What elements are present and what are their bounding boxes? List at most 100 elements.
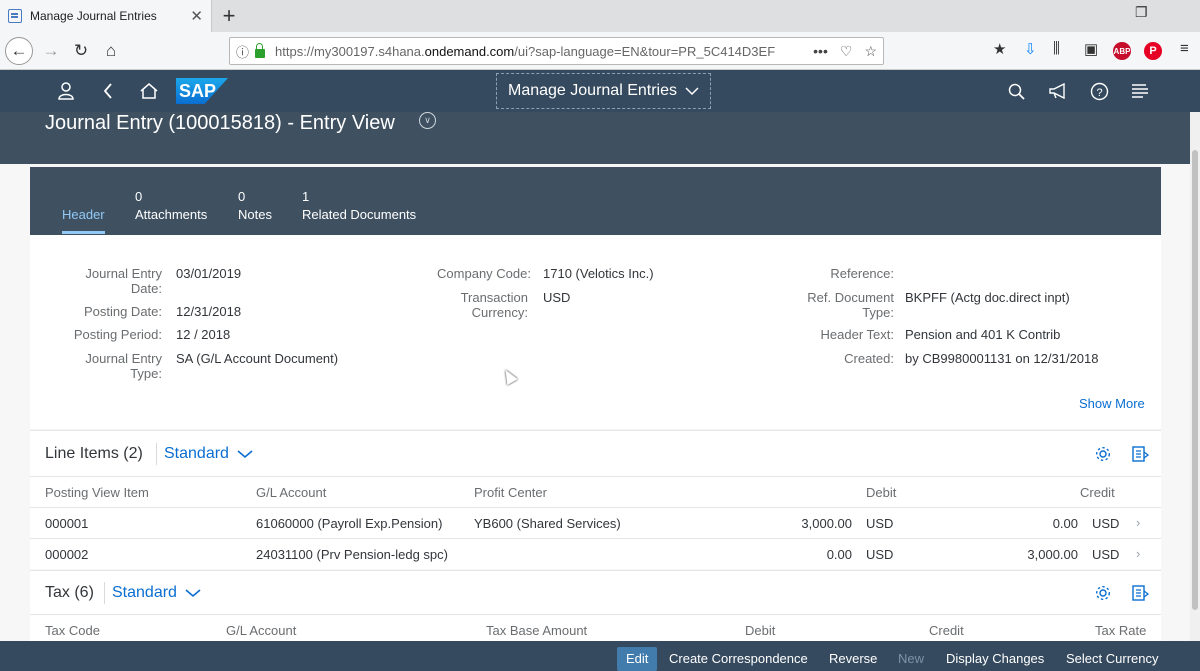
posting-item-link[interactable]: 000002 xyxy=(45,547,88,562)
pocket-icon[interactable]: ♡ xyxy=(840,43,853,60)
new-tab-icon[interactable]: + xyxy=(216,3,242,29)
download-icon[interactable]: ⇩ xyxy=(1024,40,1037,58)
row-border xyxy=(30,538,1161,539)
created-label: Created: xyxy=(844,351,894,366)
col-tax-base-amount: Tax Base Amount xyxy=(486,623,588,638)
col-tax-code: Tax Code xyxy=(45,623,100,638)
bookmarks-icon[interactable]: ★ xyxy=(993,40,1006,58)
chevron-down-icon xyxy=(185,589,201,598)
company-code-value: 1710 (Velotics Inc.) xyxy=(543,266,654,281)
library-icon[interactable]: ⫼ xyxy=(1053,40,1060,57)
footer-toolbar: Edit Create Correspondence Reverse New D… xyxy=(0,641,1200,671)
pinterest-icon[interactable]: P xyxy=(1144,42,1162,60)
col-profit-center: Profit Center xyxy=(474,485,547,500)
posting-period-label: Posting Period: xyxy=(73,327,162,342)
forward-arrow-icon[interactable]: → xyxy=(38,38,64,64)
reverse-button[interactable]: Reverse xyxy=(829,647,877,671)
help-icon[interactable]: ? xyxy=(1087,79,1111,103)
settings-gear-icon[interactable] xyxy=(1094,445,1112,463)
journal-entry-type-label: Journal Entry Type: xyxy=(85,351,162,381)
chevron-right-icon[interactable]: › xyxy=(1136,546,1140,561)
anchor-bar: Header 0 Attachments 0 Notes 1 Related D… xyxy=(30,167,1161,235)
new-button[interactable]: New xyxy=(898,647,924,671)
edit-button[interactable]: Edit xyxy=(617,647,658,671)
reload-icon[interactable]: ↻ xyxy=(68,38,94,64)
header-row-border xyxy=(30,507,1161,508)
megaphone-icon[interactable] xyxy=(1046,79,1070,103)
show-more-link[interactable]: Show More xyxy=(1079,396,1145,411)
address-bar[interactable]: ⓘ https://my300197.s4hana.ondemand.com/u… xyxy=(229,37,884,65)
select-currency-button[interactable]: Select Currency xyxy=(1066,647,1158,671)
object-page-header: Journal Entry (100015818) - Entry View ∨ xyxy=(0,112,1190,164)
sap-logo[interactable]: SAP xyxy=(176,78,228,104)
gl-account-link[interactable]: 61060000 (Payroll Exp.Pension) xyxy=(256,516,442,531)
line-items-variant-select[interactable]: Standard xyxy=(164,445,253,463)
export-spreadsheet-icon[interactable] xyxy=(1131,584,1149,602)
create-correspondence-button[interactable]: Create Correspondence xyxy=(669,647,808,671)
close-tab-icon[interactable]: ✕ xyxy=(190,7,203,25)
menu-hamburger-icon[interactable]: ≡ xyxy=(1180,40,1189,57)
line-items-section: Line Items (2) Standard Posting View Ite… xyxy=(30,430,1161,569)
col-credit: Credit xyxy=(929,623,964,638)
tax-variant-select[interactable]: Standard xyxy=(112,584,201,602)
col-gl-account: G/L Account xyxy=(256,485,327,500)
credit-value: 0.00 xyxy=(1052,516,1078,531)
shell-bar: SAP Manage Journal Entries ? xyxy=(0,70,1200,112)
app-title-menu[interactable]: Manage Journal Entries xyxy=(496,73,711,109)
table-top-border xyxy=(30,476,1161,477)
transaction-currency-value: USD xyxy=(543,290,571,305)
user-icon[interactable] xyxy=(54,79,78,103)
profit-center-value: YB600 (Shared Services) xyxy=(474,516,621,531)
home-icon[interactable] xyxy=(137,79,161,103)
chevron-down-circle-icon[interactable]: ∨ xyxy=(419,112,436,129)
col-tax-rate: Tax Rate xyxy=(1095,623,1147,638)
gl-account-link[interactable]: 24031100 (Prv Pension-ledg spc) xyxy=(256,547,448,562)
adblock-icon[interactable]: ABP xyxy=(1113,42,1131,60)
tab-title: Manage Journal Entries xyxy=(30,9,157,23)
lock-icon xyxy=(255,42,266,58)
posting-item-link[interactable]: 000001 xyxy=(45,516,88,531)
chevron-down-icon xyxy=(237,450,253,459)
app-title: Manage Journal Entries xyxy=(508,82,677,99)
bookmark-star-icon[interactable]: ☆ xyxy=(864,43,877,60)
posting-period-value: 12 / 2018 xyxy=(176,327,231,342)
back-arrow-icon[interactable]: ← xyxy=(5,37,33,65)
restore-window-icon[interactable]: ❐ xyxy=(1135,4,1148,21)
sidebar-icon[interactable]: ▣ xyxy=(1084,40,1098,58)
notifications-list-icon[interactable] xyxy=(1128,79,1152,103)
debit-currency: USD xyxy=(866,547,894,562)
journal-entry-type-value: SA (G/L Account Document) xyxy=(176,351,339,366)
chevron-down-icon xyxy=(685,87,699,96)
debit-value: 3,000.00 xyxy=(801,516,852,531)
col-credit: Credit xyxy=(1080,485,1115,500)
document-icon xyxy=(8,9,22,23)
browser-tab-bar: Manage Journal Entries ✕ + ❐ xyxy=(0,0,1200,32)
debit-currency: USD xyxy=(866,516,894,531)
transaction-currency-label: Transaction Currency: xyxy=(460,290,528,320)
tab-notes[interactable]: 0 Notes xyxy=(238,189,272,222)
export-spreadsheet-icon[interactable] xyxy=(1131,445,1149,463)
tab-attachments[interactable]: 0 Attachments xyxy=(135,189,207,222)
back-chevron-icon[interactable] xyxy=(96,79,120,103)
tax-title: Tax (6) xyxy=(45,584,94,601)
table-top-border xyxy=(30,614,1161,615)
browser-tab[interactable]: Manage Journal Entries ✕ xyxy=(0,0,212,32)
header-text-label: Header Text: xyxy=(820,327,894,342)
tab-header[interactable]: Header xyxy=(62,189,105,222)
home-icon[interactable]: ⌂ xyxy=(98,38,124,64)
debit-value: 0.00 xyxy=(826,547,852,562)
more-dots-icon[interactable]: ••• xyxy=(813,43,828,60)
credit-value: 3,000.00 xyxy=(1027,547,1078,562)
search-icon[interactable] xyxy=(1004,79,1028,103)
tab-related-documents[interactable]: 1 Related Documents xyxy=(302,189,416,222)
chevron-right-icon[interactable]: › xyxy=(1136,515,1140,530)
display-changes-button[interactable]: Display Changes xyxy=(946,647,1044,671)
info-icon[interactable]: ⓘ xyxy=(236,42,249,61)
settings-gear-icon[interactable] xyxy=(1094,584,1112,602)
scrollbar-thumb[interactable] xyxy=(1192,150,1198,610)
col-debit: Debit xyxy=(866,485,897,500)
col-gl-account: G/L Account xyxy=(226,623,297,638)
col-posting-view-item: Posting View Item xyxy=(45,485,149,500)
header-text-value: Pension and 401 K Contrib xyxy=(905,327,1061,342)
posting-date-value: 12/31/2018 xyxy=(176,304,242,319)
